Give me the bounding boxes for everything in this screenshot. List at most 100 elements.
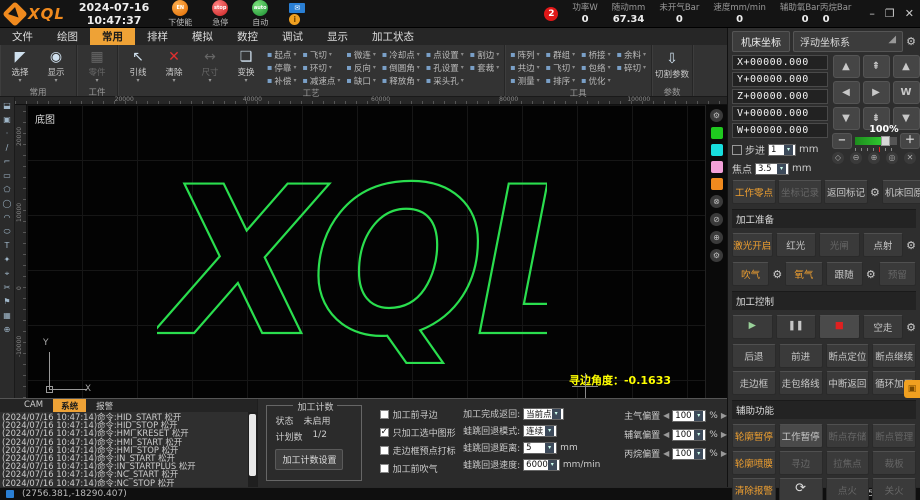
stop-button[interactable]: ■ <box>819 315 860 339</box>
clear-button[interactable]: ✕清除▾ <box>157 46 191 86</box>
tool-sort[interactable]: 排序 <box>544 74 577 87</box>
gear-icon[interactable]: ⚙ <box>710 109 723 122</box>
burst-button[interactable]: 点射 <box>863 233 904 257</box>
work-zero-button[interactable]: 工作零点 <box>732 180 776 204</box>
center-icon[interactable]: ⊕ <box>2 324 13 335</box>
reserved-button[interactable]: 预留 <box>879 262 916 286</box>
focus-plus-icon[interactable]: ⊕ <box>868 152 880 164</box>
polygon-icon[interactable]: ⬠ <box>2 184 13 195</box>
menu-machining-state[interactable]: 加工状态 <box>360 28 426 45</box>
leap-retract-distance-input[interactable]: 5▾ <box>523 442 557 454</box>
checkbox-frame-premark[interactable]: 走边框预点打标 <box>380 444 457 457</box>
part-button[interactable]: ▦零件▾ <box>80 46 114 86</box>
tool-nest-cut[interactable]: 套裁 <box>468 61 501 74</box>
ignite-button[interactable]: 点火 <box>826 478 870 500</box>
head-up-button[interactable]: ⇞ <box>863 55 890 78</box>
ellipse-icon[interactable]: ⬭ <box>2 226 13 237</box>
cancel-layer-icon[interactable]: ⊗ <box>710 195 723 208</box>
menu-nc[interactable]: 数控 <box>225 28 270 45</box>
jog-left-button[interactable]: ◀ <box>833 81 860 104</box>
checkbox-pre-blow[interactable]: 加工前吹气 <box>380 462 457 475</box>
walk-frame-button[interactable]: 走边框 <box>732 371 776 395</box>
oxygen-button[interactable]: 氧气 <box>785 262 822 286</box>
pause-button[interactable]: ❚❚ <box>776 315 817 339</box>
blow-button[interactable]: 吹气 <box>732 262 769 286</box>
jog-w-button[interactable]: W <box>893 81 920 104</box>
tool-bridge[interactable]: 桥接 <box>579 48 612 61</box>
step-value-input[interactable]: 1▾ <box>768 144 796 156</box>
coord-system-select[interactable]: 浮动坐标系◢ <box>793 31 903 52</box>
tab-system[interactable]: 系统 <box>53 399 86 412</box>
tool-release-angle[interactable]: 释放角 <box>380 74 422 87</box>
log-scrollbar[interactable] <box>248 412 257 487</box>
shutter-button[interactable]: 光闸 <box>819 233 860 257</box>
info-icon[interactable]: i <box>289 14 300 25</box>
decrease-main-gas[interactable]: ◀ <box>663 411 669 420</box>
confirm-layer-icon[interactable]: ⊘ <box>710 213 723 226</box>
polyline-icon[interactable]: ⌐ <box>2 156 13 167</box>
drawing-xql-outline[interactable]: XQL <box>157 141 547 376</box>
menu-debug[interactable]: 调试 <box>270 28 315 45</box>
tool-compensation[interactable]: 补偿 <box>265 74 298 87</box>
enable-button[interactable]: EN 下使能 <box>163 0 197 28</box>
follow-gear-icon[interactable]: ⚙ <box>866 268 876 281</box>
minimize-button[interactable]: – <box>869 7 875 20</box>
menu-common[interactable]: 常用 <box>90 28 135 45</box>
tool-common-edge[interactable]: 共边 <box>508 61 541 74</box>
tool-point-setting[interactable]: 点设置 <box>424 48 466 61</box>
star-icon[interactable]: ✦ <box>2 254 13 265</box>
rect-icon[interactable]: ▭ <box>2 170 13 181</box>
tool-notch[interactable]: 缺口 <box>344 74 377 87</box>
tool-reverse[interactable]: 反向 <box>344 61 377 74</box>
tool-hole-setting[interactable]: 孔设置 <box>424 61 466 74</box>
node-edit-icon[interactable]: ⌖ <box>2 268 13 279</box>
tool-remnant[interactable]: 余料 <box>615 48 648 61</box>
text-icon[interactable]: T <box>2 240 13 251</box>
breakpoint-save-button[interactable]: 断点存储 <box>826 424 870 448</box>
leap-retract-speed-input[interactable]: 6000▾ <box>523 459 560 471</box>
machine-home-button[interactable]: 机床回原 <box>882 180 920 204</box>
tab-cam[interactable]: CAM <box>16 399 51 412</box>
layer-color-cyan[interactable] <box>711 144 723 156</box>
jog-down-button[interactable]: ▼ <box>833 107 860 130</box>
breakpoint-locate-button[interactable]: 断点定位 <box>826 344 870 368</box>
close-button[interactable]: ✕ <box>905 7 914 20</box>
decrease-aux-oxygen[interactable]: ◀ <box>663 430 669 439</box>
trim-icon[interactable]: ✂ <box>2 282 13 293</box>
display-tool-button[interactable]: ◉显示▾ <box>39 46 73 86</box>
speed-slider[interactable]: 100% <box>855 133 897 149</box>
tool-group[interactable]: 群组 <box>544 48 577 61</box>
grid-icon[interactable]: ▦ <box>2 310 13 321</box>
floating-widget-icon[interactable]: ▣ <box>904 380 920 398</box>
alarm-badge[interactable]: 2 <box>544 7 558 21</box>
estop-button[interactable]: stop 急停 <box>203 0 237 28</box>
menu-draw[interactable]: 绘图 <box>45 28 90 45</box>
work-pause-button[interactable]: 工作暂停 <box>779 424 823 448</box>
jog-right-button[interactable]: ▶ <box>863 81 890 104</box>
coord-gear-icon[interactable]: ⚙ <box>906 35 916 48</box>
red-light-button[interactable]: 红光 <box>776 233 817 257</box>
tool-optimize[interactable]: 优化 <box>579 74 612 87</box>
layer-color-pink[interactable] <box>711 161 723 173</box>
walk-envelope-button[interactable]: 走包络线 <box>779 371 823 395</box>
speed-minus-button[interactable]: − <box>832 133 852 149</box>
burst-gear-icon[interactable]: ⚙ <box>906 239 916 252</box>
dimension-button[interactable]: ↔尺寸▾ <box>193 46 227 86</box>
tab-alarm[interactable]: 报警 <box>88 399 121 412</box>
follow-button[interactable]: 跟随 <box>826 262 863 286</box>
mark-gear-icon[interactable]: ⚙ <box>870 186 880 199</box>
backward-button[interactable]: 后退 <box>732 344 776 368</box>
menu-simulate[interactable]: 模拟 <box>180 28 225 45</box>
estop-icon[interactable]: stop <box>212 0 228 16</box>
point-icon[interactable]: · <box>2 128 13 139</box>
leadline-button[interactable]: ↖引线▾ <box>121 46 155 86</box>
circle-icon[interactable]: ◯ <box>2 198 13 209</box>
tool-measure[interactable]: 测量 <box>508 74 541 87</box>
zoom-icon[interactable]: ⊕ <box>710 231 723 244</box>
mail-icon[interactable]: ✉ <box>289 3 305 13</box>
tool-micro-joint[interactable]: 微连 <box>344 48 377 61</box>
focus-close-icon[interactable]: ✕ <box>904 152 916 164</box>
tool-fly-cut2[interactable]: 飞切 <box>544 61 577 74</box>
focus-center-icon[interactable]: ◎ <box>886 152 898 164</box>
blow-gear-icon[interactable]: ⚙ <box>772 268 782 281</box>
